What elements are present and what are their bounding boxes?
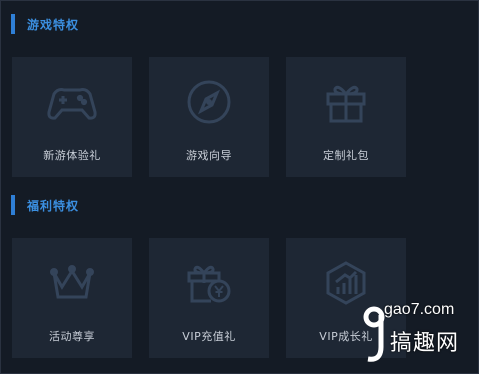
section-title: 游戏特权 — [27, 17, 80, 32]
section-title: 福利特权 — [27, 198, 80, 213]
section-header-welfare-privileges: 福利特权 — [11, 194, 79, 216]
watermark-brand: 搞趣网 — [390, 331, 460, 356]
gift-yuan-icon — [183, 260, 235, 306]
card-label: 定制礼包 — [323, 149, 369, 162]
watermark-logo-icon — [363, 306, 385, 362]
card-game-guide[interactable]: 游戏向导 — [149, 57, 269, 177]
section-header-game-privileges: 游戏特权 — [11, 13, 79, 35]
compass-icon — [183, 79, 235, 125]
gamepad-icon — [46, 79, 98, 125]
crown-icon — [46, 260, 98, 306]
card-label: 游戏向导 — [186, 149, 232, 162]
card-label: 活动尊享 — [49, 330, 95, 343]
card-label: 新游体验礼 — [43, 149, 101, 162]
gift-box-icon — [320, 79, 372, 125]
card-label: VIP充值礼 — [182, 330, 236, 343]
card-custom-gift-pack[interactable]: 定制礼包 — [286, 57, 406, 177]
card-new-game-gift[interactable]: 新游体验礼 — [12, 57, 132, 177]
card-vip-recharge-gift[interactable]: VIP充值礼 — [149, 238, 269, 358]
privilege-panel: 游戏特权 新游体验礼 游戏向导 定制礼包 福利特权 活动尊享 VIP充值礼 VI… — [0, 0, 479, 374]
site-watermark: gao7.com 搞趣网 — [362, 299, 474, 369]
section-accent-bar — [11, 195, 15, 215]
section-accent-bar — [11, 14, 15, 34]
card-event-exclusive[interactable]: 活动尊享 — [12, 238, 132, 358]
watermark-domain: gao7.com — [384, 301, 455, 318]
